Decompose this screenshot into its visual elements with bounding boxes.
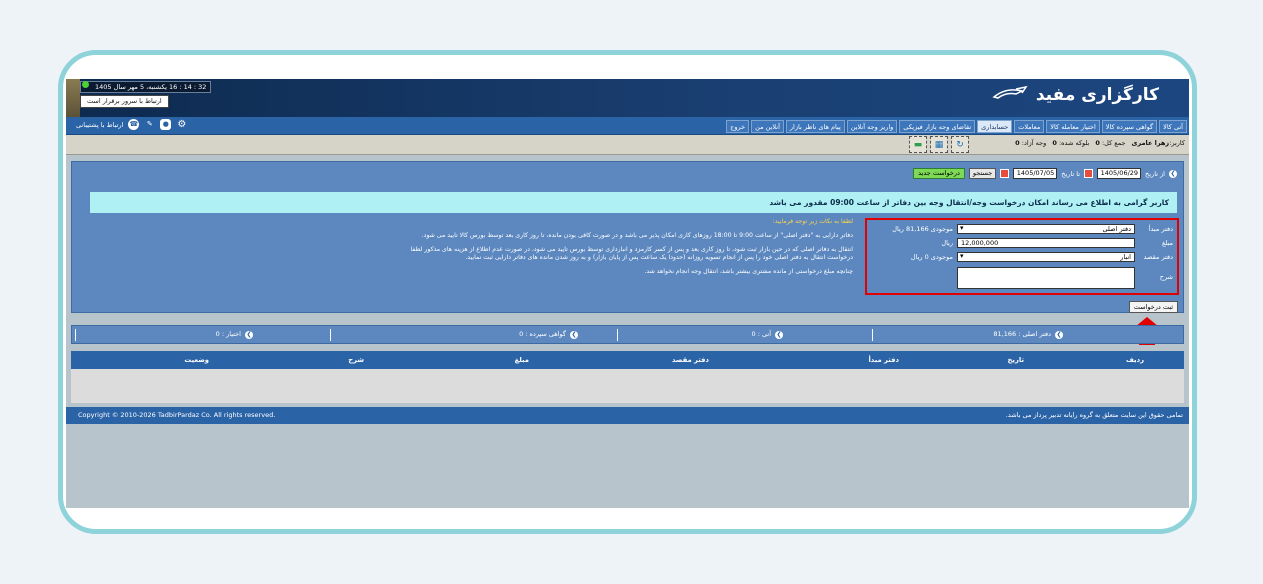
from-date-input[interactable]: 1405/06/29 (1097, 168, 1142, 179)
tip-item: انتقال به دفاتر اصلی که در حین بازار ثبت… (410, 246, 853, 261)
amount-input[interactable]: 12,000,000 (957, 238, 1135, 248)
to-date-input[interactable]: 1405/07/05 (1013, 168, 1058, 179)
source-balance: موجودی 81,166 ریال (892, 225, 953, 233)
amount-label: مبلغ (1161, 239, 1173, 247)
menu-item[interactable]: گواهی سپرده کالا (1101, 120, 1158, 133)
tip-item: چنانچه مبلغ درخواستی از مانده مشتری بیشت… (644, 268, 853, 275)
divider (75, 329, 76, 341)
online-status-icon (82, 81, 89, 88)
menu-item[interactable]: معاملات (1014, 120, 1045, 133)
calendar-icon[interactable] (1084, 169, 1094, 178)
footer: تمامی حقوق این سایت متعلق به گروه رایانه… (66, 407, 1189, 424)
source-row: دفتر مبدأ دفتر اصلی موجودی 81,166 ریال (892, 224, 1173, 234)
logo-swoosh-icon (992, 85, 1028, 99)
arrow-icon[interactable]: ❯ (1055, 330, 1063, 339)
to-date-label: تا تاریخ (1061, 169, 1081, 178)
summary-options: ❯ اختیار : 0 (215, 330, 253, 339)
menu-item[interactable]: تقاضای وجه بازار فیزیکی (899, 120, 976, 133)
gear-icon[interactable]: ⚙ (176, 119, 187, 130)
calendar-icon[interactable] (1000, 169, 1010, 178)
menu-list: آتی کالا گواهی سپرده کالا اختیار معامله کا… (726, 120, 1187, 133)
webcam-thumbnail (66, 79, 80, 117)
message-icon[interactable]: ▬ (909, 136, 927, 153)
brand-logo[interactable]: کارگزاری مفید (992, 85, 1159, 105)
footer-rights: تمامی حقوق این سایت متعلق به گروه رایانه… (1005, 411, 1183, 419)
menu-item[interactable]: واریز وجه آنلاین (846, 120, 898, 133)
menu-item[interactable]: خروج (726, 120, 750, 133)
summary-futures: ❯ آتی : 0 (751, 330, 783, 339)
menu-item[interactable]: آتی کالا (1159, 120, 1187, 133)
dest-label: دفتر مقصد (1143, 253, 1173, 261)
desc-row: شرح (957, 267, 1173, 289)
col-amount[interactable]: مبلغ (515, 351, 529, 369)
dest-row: دفتر مقصد انبار موجودی 0 ریال (911, 252, 1173, 262)
tip-item: دفاتر دارایی به "دفتر اصلی" از ساعت 9:00… (421, 232, 853, 239)
app-screen: کارگزاری مفید 32 : 14 : 16 یکشنبه، 5 مهر… (66, 79, 1189, 508)
toolbar: ↻ ▦ ▬ (909, 136, 969, 153)
desc-textarea[interactable] (957, 267, 1135, 289)
col-date[interactable]: تاریخ (1008, 351, 1024, 369)
megaphone-icon[interactable]: ✎ (144, 119, 155, 130)
connection-status: ارتباط با سرور برقرار است (80, 95, 169, 108)
headset-icon[interactable]: ☎ (128, 119, 140, 130)
arrow-icon[interactable]: ❯ (570, 330, 578, 339)
divider (872, 329, 873, 341)
amount-row: مبلغ 12,000,000 ریال (941, 238, 1173, 248)
submit-request-button[interactable]: ثبت درخواست (1128, 301, 1178, 313)
desc-label: شرح (1159, 273, 1173, 281)
divider (617, 329, 618, 341)
support-label[interactable]: ارتباط با پشتیبانی (76, 121, 123, 129)
app-header: کارگزاری مفید 32 : 14 : 16 یکشنبه، 5 مهر… (66, 79, 1189, 117)
summary-main-office: ❯ دفتر اصلی : 81,166 (993, 330, 1063, 339)
transfer-form: دفتر مبدأ دفتر اصلی موجودی 81,166 ریال م… (865, 218, 1179, 295)
account-summary: کاربر:زهرا عامری جمع کل: 0 بلوکه شده: 0 … (1015, 139, 1185, 147)
arrow-icon[interactable]: ❯ (245, 330, 253, 339)
support-area: ارتباط با پشتیبانی ☎ ✎ ● ⚙ (76, 119, 187, 130)
total-balance: جمع کل: 0 (1095, 139, 1126, 147)
requests-table-body (71, 369, 1184, 403)
free-balance: وجه آزاد: 0 (1015, 139, 1047, 147)
main-menu: آتی کالا گواهی سپرده کالا اختیار معامله کا… (66, 117, 1189, 135)
col-row[interactable]: ردیف (1126, 351, 1144, 369)
calculator-icon[interactable]: ▦ (930, 136, 948, 153)
dest-select[interactable]: انبار (957, 252, 1135, 262)
summary-deposit-cert: ❯ گواهی سپرده : 0 (519, 330, 578, 339)
search-button[interactable]: جستجو (968, 168, 997, 179)
refresh-icon[interactable]: ↻ (951, 136, 969, 153)
source-label: دفتر مبدأ (1148, 225, 1173, 233)
notice-banner: کاربر گرامی به اطلاع می رساند امکان درخو… (90, 192, 1177, 213)
date-filter: ❯ از تاریخ 1405/06/29 تا تاریخ 1405/07/0… (913, 168, 1177, 179)
user-name: زهرا عامری (1131, 139, 1170, 147)
new-request-button[interactable]: درخواست جدید (913, 168, 965, 179)
request-panel: ❯ از تاریخ 1405/06/29 تا تاریخ 1405/07/0… (71, 161, 1184, 313)
chat-icon[interactable]: ● (160, 119, 172, 130)
arrow-icon[interactable]: ❯ (775, 330, 783, 339)
requests-table-header: ردیف تاریخ دفتر مبدأ دفتر مقصد مبلغ شرح … (71, 351, 1184, 369)
col-status[interactable]: وضعیت (184, 351, 209, 369)
dest-balance: موجودی 0 ریال (910, 253, 953, 261)
menu-item[interactable]: آنلاین من (751, 120, 784, 133)
col-source[interactable]: دفتر مبدأ (868, 351, 899, 369)
clock-display: 32 : 14 : 16 یکشنبه، 5 مهر سال 1405 (80, 81, 212, 93)
user-info: کاربر:زهرا عامری (1131, 139, 1185, 147)
logo-text: کارگزاری مفید (1035, 85, 1159, 105)
menu-item[interactable]: حسابداری (977, 120, 1013, 133)
divider (330, 329, 331, 341)
col-dest[interactable]: دفتر مقصد (672, 351, 709, 369)
amount-unit: ریال (941, 239, 953, 247)
tips-section: لطفا به نکات زیر توجه فرمایید: دفاتر دار… (383, 218, 853, 282)
menu-item[interactable]: پیام های ناظر بازار (785, 120, 845, 133)
tips-heading: لطفا به نکات زیر توجه فرمایید: (772, 218, 853, 225)
footer-copyright: Copyright © 2010-2026 TadbirPardaz Co. A… (78, 411, 276, 419)
source-select[interactable]: دفتر اصلی (957, 224, 1135, 234)
blocked-balance: بلوکه شده: 0 (1052, 139, 1090, 147)
user-bar: کاربر:زهرا عامری جمع کل: 0 بلوکه شده: 0 … (66, 135, 1189, 155)
col-desc[interactable]: شرح (348, 351, 364, 369)
from-date-label: از تاریخ (1145, 169, 1165, 178)
balance-summary: ❯ دفتر اصلی : 81,166 ❯ آتی : 0 ❯ گواهی سپرد… (71, 325, 1184, 344)
menu-item[interactable]: اختیار معامله کالا (1046, 120, 1100, 133)
collapse-arrow-icon[interactable]: ❯ (1169, 169, 1177, 178)
